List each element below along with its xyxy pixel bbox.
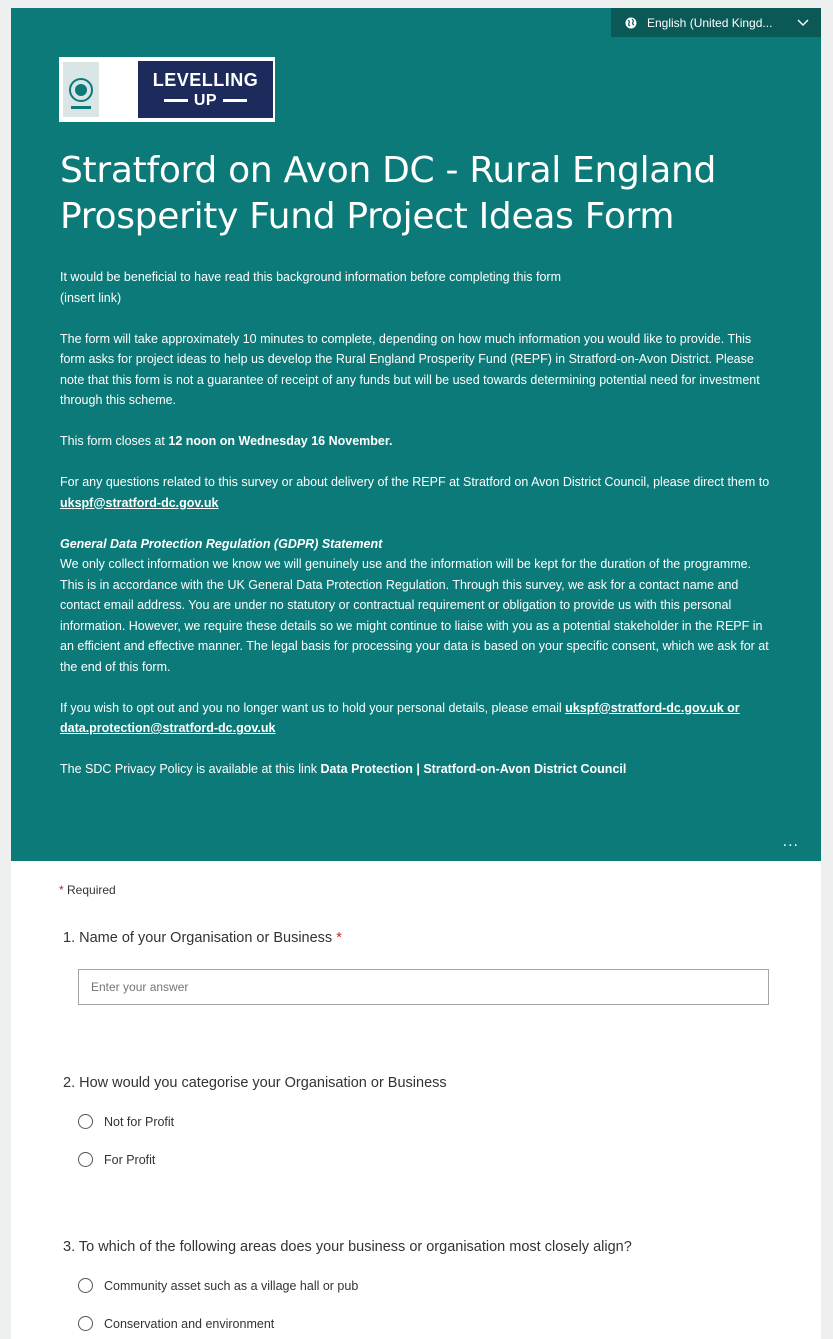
- questions-email-link[interactable]: ukspf@stratford-dc.gov.uk: [60, 496, 219, 510]
- radio-not-for-profit[interactable]: Not for Profit: [78, 1114, 174, 1129]
- gdpr-body: We only collect information we know we w…: [60, 557, 769, 674]
- logo-line2-wrap: UP: [158, 91, 253, 111]
- privacy-policy-link[interactable]: Data Protection | Stratford-on-Avon Dist…: [321, 762, 627, 776]
- question-2-label: 2. How would you categorise your Organis…: [63, 1075, 447, 1091]
- privacy-text: The SDC Privacy Policy is available at t…: [60, 762, 321, 776]
- closes-date: 12 noon on Wednesday 16 November.: [168, 434, 393, 448]
- closes-paragraph: This form closes at 12 noon on Wednesday…: [60, 431, 775, 452]
- questions-text: For any questions related to this survey…: [60, 475, 770, 489]
- form-header: English (United Kingd... LEVELLING UP St…: [11, 8, 821, 861]
- intro-text-1b: (insert link): [60, 290, 122, 305]
- question-3-label: 3. To which of the following areas does …: [63, 1239, 632, 1255]
- more-options-button[interactable]: ...: [783, 833, 799, 851]
- globe-icon: [625, 17, 637, 28]
- optout-text: If you wish to opt out and you no longer…: [60, 700, 566, 715]
- closes-prefix: This form closes at: [60, 434, 169, 448]
- crest-icon: [63, 62, 99, 117]
- logo-bar-right: [223, 99, 248, 102]
- required-label: Required: [63, 883, 116, 897]
- option-label: Not for Profit: [104, 1114, 175, 1129]
- required-note: * Required: [59, 883, 116, 897]
- form-description: It would be beneficial to have read this…: [60, 267, 775, 800]
- logo-bar-left: [163, 99, 188, 102]
- question-1-required-star: *: [332, 930, 342, 946]
- radio-circle[interactable]: [78, 1114, 93, 1129]
- organisation-name-input[interactable]: [78, 969, 769, 1005]
- intro-text-1: It would be beneficial to have read this…: [60, 270, 561, 284]
- intro-paragraph-1: It would be beneficial to have read this…: [60, 267, 775, 308]
- option-label: For Profit: [104, 1152, 156, 1167]
- intro-paragraph-2: The form will take approximately 10 minu…: [60, 331, 760, 408]
- language-selector[interactable]: English (United Kingd...: [611, 8, 821, 37]
- form-title: Stratford on Avon DC - Rural England Pro…: [60, 150, 717, 237]
- question-1-text: 1. Name of your Organisation or Business: [63, 930, 333, 946]
- logo-line2: UP: [193, 91, 218, 109]
- chevron-down-icon: [797, 19, 809, 26]
- radio-circle[interactable]: [78, 1152, 93, 1167]
- levelling-up-badge: LEVELLING UP: [138, 61, 273, 118]
- optout-paragraph: If you wish to opt out and you no longer…: [60, 698, 775, 739]
- question-1-label: 1. Name of your Organisation or Business…: [63, 930, 342, 946]
- logo-line1: LEVELLING: [152, 69, 259, 90]
- form-page: English (United Kingd... LEVELLING UP St…: [11, 8, 821, 1339]
- levelling-up-logo: LEVELLING UP: [59, 57, 275, 122]
- radio-community-asset[interactable]: Community asset such as a village hall o…: [78, 1278, 358, 1293]
- questions-paragraph: For any questions related to this survey…: [60, 472, 775, 513]
- gdpr-paragraph: General Data Protection Regulation (GDPR…: [60, 534, 775, 678]
- privacy-paragraph: The SDC Privacy Policy is available at t…: [60, 759, 775, 780]
- radio-circle[interactable]: [78, 1316, 93, 1331]
- radio-circle[interactable]: [78, 1278, 93, 1293]
- option-label: Community asset such as a village hall o…: [104, 1278, 359, 1293]
- option-label: Conservation and environment: [104, 1316, 275, 1331]
- language-label: English (United Kingd...: [647, 15, 773, 30]
- radio-conservation-environment[interactable]: Conservation and environment: [78, 1316, 274, 1331]
- gdpr-heading: General Data Protection Regulation (GDPR…: [60, 536, 383, 551]
- radio-for-profit[interactable]: For Profit: [78, 1152, 155, 1167]
